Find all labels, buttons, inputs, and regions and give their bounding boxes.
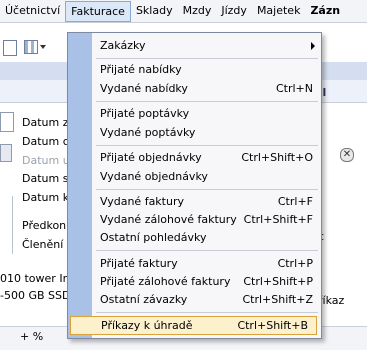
menu-item-ostatni-zavazky[interactable]: Ostatní závazky Ctrl+Shift+Z <box>92 290 321 309</box>
menu-item-label: Ostatní pohledávky <box>100 231 207 244</box>
menu-zaznamy[interactable]: Zázn <box>305 1 345 21</box>
menu-item-shortcut: Ctrl+F <box>277 195 313 208</box>
label-datum-4: Datum s <box>22 172 69 185</box>
menu-item-label: Příkazy k úhradě <box>101 319 193 332</box>
left-box <box>0 196 13 254</box>
menu-item-zakazky[interactable]: Zakázky <box>92 36 321 55</box>
label-predkontace: Předkon <box>22 219 67 232</box>
menu-separator <box>96 58 318 59</box>
menu-majetek[interactable]: Majetek <box>252 1 306 21</box>
menu-item-label: Vydané zálohové faktury <box>100 213 237 226</box>
chevron-down-icon[interactable] <box>40 45 46 49</box>
menu-separator <box>96 101 318 102</box>
label-datum-5: Datum k <box>22 191 70 204</box>
product-line-1: 010 tower Int <box>0 272 74 285</box>
menu-separator <box>96 312 318 313</box>
menu-item-prijate-objednavky[interactable]: Přijaté objednávky Ctrl+Shift+O <box>92 148 321 167</box>
menu-item-ostatni-pohledavky[interactable]: Ostatní pohledávky <box>92 228 321 247</box>
grid-icon[interactable] <box>24 40 38 54</box>
menu-item-vydane-zalohove-faktury[interactable]: Vydané zálohové faktury Ctrl+Shift+F <box>92 210 321 229</box>
menu-item-shortcut: Ctrl+Shift+P <box>243 275 313 288</box>
menu-bar: Účetnictví Fakturace Sklady Mzdy Jízdy M… <box>0 0 367 23</box>
menu-item-shortcut: Ctrl+Shift+O <box>241 151 313 164</box>
menu-gutter <box>68 33 92 338</box>
menu-item-prijate-poptavky[interactable]: Přijaté poptávky <box>92 104 321 123</box>
menu-item-label: Vydané poptávky <box>100 126 196 139</box>
menu-item-label: Přijaté poptávky <box>100 107 190 120</box>
menu-fakturace[interactable]: Fakturace <box>65 0 131 22</box>
label-datum-1: Datum z <box>22 116 69 129</box>
menu-sklady[interactable]: Sklady <box>131 1 178 21</box>
menu-item-label: Přijaté nabídky <box>100 63 182 76</box>
menu-item-vydane-poptavky[interactable]: Vydané poptávky <box>92 123 321 142</box>
menu-item-prikazy-k-uhrade[interactable]: Příkazy k úhradě Ctrl+Shift+B <box>70 316 317 335</box>
menu-item-prijate-zalohove-faktury[interactable]: Přijaté zálohové faktury Ctrl+Shift+P <box>92 272 321 291</box>
menu-mzdy[interactable]: Mzdy <box>178 1 217 21</box>
menu-item-shortcut: Ctrl+Shift+Z <box>242 293 313 306</box>
menu-item-label: Přijaté zálohové faktury <box>100 275 231 288</box>
menu-item-prijate-faktury[interactable]: Přijaté faktury Ctrl+P <box>92 254 321 273</box>
menu-item-prijate-nabidky[interactable]: Přijaté nabídky <box>92 60 321 79</box>
menu-item-shortcut: Ctrl+N <box>275 82 313 95</box>
menu-item-label: Zakázky <box>100 39 146 52</box>
menu-separator <box>96 189 318 190</box>
document-icon[interactable] <box>3 40 17 56</box>
menu-item-label: Vydané objednávky <box>100 170 208 183</box>
menu-item-label: Přijaté objednávky <box>100 151 202 164</box>
menu-item-label: Ostatní závazky <box>100 293 188 306</box>
menu-item-shortcut: Ctrl+P <box>277 257 313 270</box>
menu-item-vydane-objednavky[interactable]: Vydané objednávky <box>92 167 321 186</box>
product-line-2: -500 GB SSD <box>0 289 71 302</box>
menu-jizdy[interactable]: Jízdy <box>216 1 252 21</box>
menu-item-label: Vydané faktury <box>100 195 184 208</box>
menu-item-label: Přijaté faktury <box>100 257 178 270</box>
submenu-arrow-icon <box>311 42 315 50</box>
label-datum-3: Datum u <box>22 154 70 167</box>
footer-percent: + % <box>20 330 44 343</box>
menu-item-vydane-nabidky[interactable]: Vydané nabídky Ctrl+N <box>92 79 321 98</box>
date-stepper[interactable] <box>0 144 12 162</box>
menu-item-shortcut: Ctrl+Shift+F <box>243 213 313 226</box>
menu-item-label: Vydané nabídky <box>100 82 188 95</box>
menu-item-shortcut: Ctrl+Shift+B <box>237 319 308 332</box>
menu-separator <box>96 250 318 251</box>
menu-item-vydane-faktury[interactable]: Vydané faktury Ctrl+F <box>92 192 321 211</box>
menu-ucetnictvi[interactable]: Účetnictví <box>0 1 65 21</box>
close-icon[interactable]: ✕ <box>340 148 354 162</box>
fakturace-dropdown: Zakázky Přijaté nabídky Vydané nabídky C… <box>67 32 322 339</box>
label-cleneni: Členění <box>22 238 64 251</box>
date-combo[interactable] <box>0 112 14 132</box>
menu-separator <box>96 145 318 146</box>
label-datum-2: Datum c <box>22 135 69 148</box>
